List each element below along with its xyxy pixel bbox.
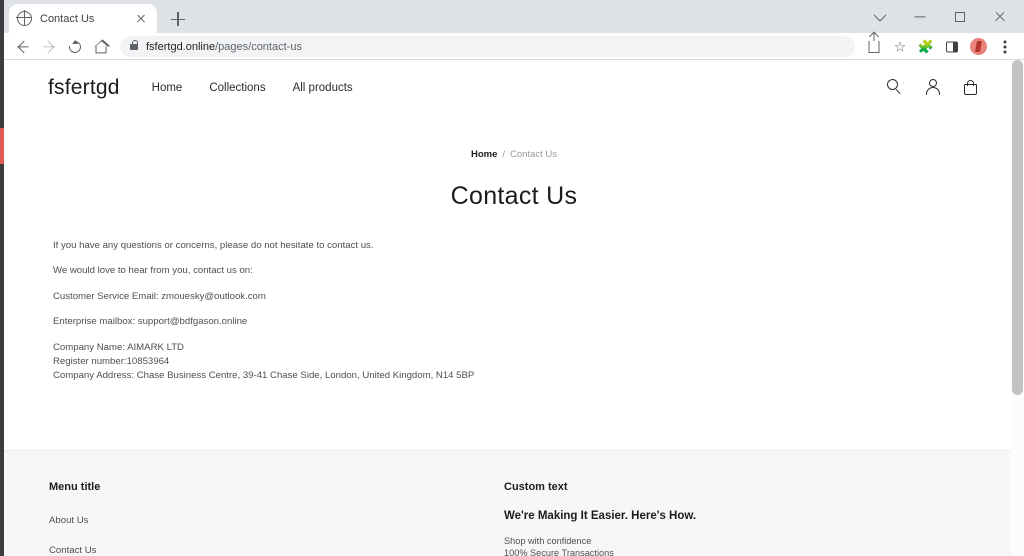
kebab-menu-icon [1003, 45, 1007, 48]
browser-window: Contact Us fsfertgd.online/pages/contact… [4, 0, 1024, 556]
browser-tab[interactable]: Contact Us [9, 4, 157, 33]
footer-menu-list: About Us Contact Us FAQ Privacy Policy R… [49, 510, 504, 556]
footer-link-about-us[interactable]: About Us [49, 515, 88, 526]
reload-button[interactable] [62, 34, 88, 60]
company-name: Company Name: AIMARK LTD [53, 341, 184, 353]
account-icon[interactable] [924, 79, 941, 96]
home-button[interactable] [88, 34, 114, 60]
side-panel-icon [946, 41, 958, 52]
share-icon [868, 32, 880, 53]
close-window-button[interactable] [980, 0, 1020, 33]
forward-arrow-head-icon [41, 40, 55, 53]
url-host: fsfertgd.online [146, 40, 216, 53]
search-icon[interactable] [886, 79, 903, 96]
minimize-icon [914, 15, 926, 18]
tab-close-icon[interactable] [133, 11, 149, 27]
page-viewport: fsfertgd Home Collections All products H… [4, 60, 1024, 556]
footer-menu-column: Menu title About Us Contact Us FAQ Priva… [49, 481, 504, 556]
breadcrumb-separator: / [502, 149, 506, 160]
company-register-number: Register number:10853964 [53, 356, 170, 368]
side-panel-button[interactable] [939, 34, 965, 60]
page-title: Contact Us [450, 182, 578, 210]
contact-body-copy: If you have any questions or concerns, p… [53, 239, 979, 383]
new-tab-button[interactable] [167, 8, 189, 30]
breadcrumb-home[interactable]: Home [471, 149, 497, 160]
browser-toolbar: fsfertgd.online/pages/contact-us ☆ 🧩 [4, 32, 1024, 60]
footer-custom-text-column: Custom text We're Making It Easier. Here… [504, 481, 979, 556]
forward-button[interactable] [36, 34, 62, 60]
url-text: fsfertgd.online/pages/contact-us [146, 41, 302, 53]
chevron-down-icon [873, 8, 887, 22]
breadcrumb: Home / Contact Us [49, 149, 979, 160]
footer-link-contact-us[interactable]: Contact Us [49, 545, 96, 556]
nav-item-all-products[interactable]: All products [293, 82, 353, 94]
minimize-button[interactable] [900, 0, 940, 33]
site-footer: Menu title About Us Contact Us FAQ Priva… [4, 450, 1024, 556]
nav-item-collections[interactable]: Collections [209, 82, 265, 94]
maximize-icon [955, 11, 965, 22]
url-path: /pages/contact-us [215, 40, 302, 53]
cart-icon[interactable] [962, 79, 979, 96]
page-scrollbar[interactable] [1011, 60, 1024, 556]
site-logo[interactable]: fsfertgd [48, 76, 120, 100]
tab-title: Contact Us [40, 12, 95, 25]
site-header: fsfertgd Home Collections All products [4, 60, 1024, 115]
contact-enterprise-mailbox: Enterprise mailbox: support@bdfgason.onl… [53, 316, 248, 328]
bookmark-button[interactable]: ☆ [887, 34, 913, 60]
breadcrumb-current: Contact Us [510, 149, 558, 160]
browser-menu-button[interactable] [992, 34, 1018, 60]
contact-paragraph: We would love to hear from you, contact … [53, 265, 253, 277]
footer-custom-heading: Custom text [504, 481, 568, 493]
puzzle-icon: 🧩 [917, 38, 935, 54]
contact-paragraph: If you have any questions or concerns, p… [53, 240, 374, 251]
contact-email: Customer Service Email: zmouesky@outlook… [53, 290, 266, 302]
main-content: Home / Contact Us Contact Us If you have a… [4, 149, 1024, 383]
back-button[interactable] [10, 34, 36, 60]
tab-search-button[interactable] [860, 0, 900, 33]
list-item: About Us [49, 510, 504, 528]
share-button[interactable] [861, 32, 887, 60]
globe-icon [16, 10, 32, 26]
main-navigation: Home Collections All products [152, 82, 353, 94]
company-details: Company Name: AIMARK LTD Register number… [53, 341, 979, 384]
home-icon [94, 38, 111, 53]
profile-avatar[interactable] [970, 38, 987, 55]
header-icon-group [886, 79, 979, 96]
footer-feature-line: 100% Secure Transactions [504, 548, 614, 556]
back-arrow-head-icon [17, 40, 31, 53]
nav-item-home[interactable]: Home [152, 82, 183, 94]
footer-custom-subheading: We're Making It Easier. Here's How. [504, 510, 697, 522]
footer-feature-line: Shop with confidence [504, 536, 592, 546]
footer-menu-heading: Menu title [49, 481, 101, 493]
scrollbar-thumb[interactable] [1012, 60, 1023, 395]
close-icon [994, 11, 1006, 23]
window-controls [860, 0, 1020, 33]
reload-icon [66, 38, 84, 55]
toolbar-right-actions: ☆ 🧩 [861, 32, 1018, 60]
lock-icon [130, 39, 139, 50]
extensions-button[interactable]: 🧩 [913, 34, 939, 60]
list-item: Contact Us [49, 540, 504, 556]
star-icon: ☆ [893, 38, 907, 55]
address-bar[interactable]: fsfertgd.online/pages/contact-us [120, 36, 855, 57]
company-address: Company Address: Chase Business Centre, … [53, 370, 475, 382]
maximize-button[interactable] [940, 0, 980, 33]
tab-strip: Contact Us [4, 0, 1024, 33]
